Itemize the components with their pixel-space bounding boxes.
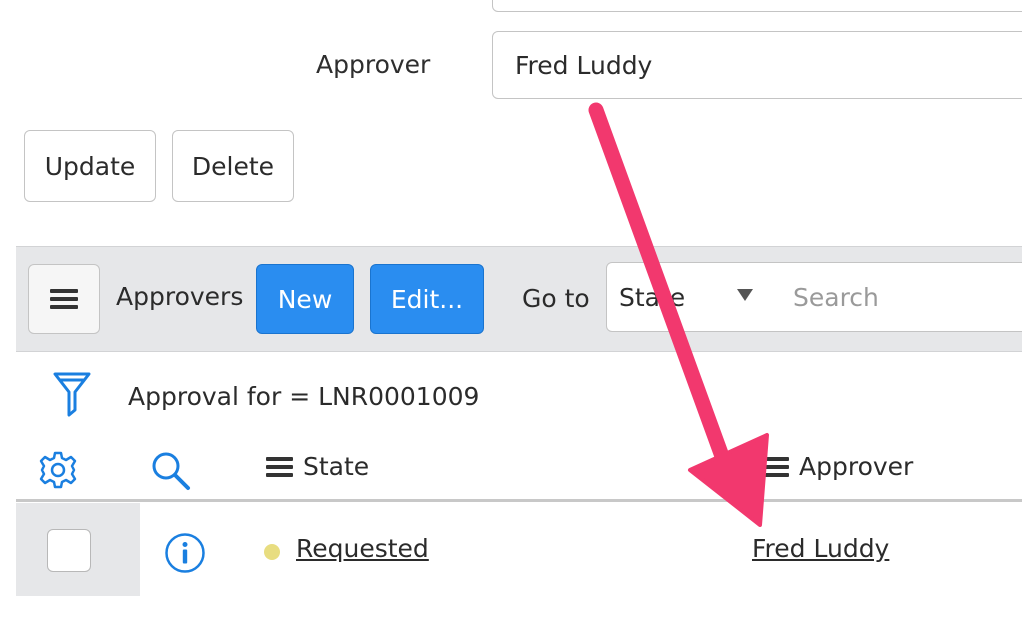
previous-field-input[interactable]	[492, 0, 1022, 12]
edit-button[interactable]: Edit...	[370, 264, 484, 334]
gear-icon[interactable]	[38, 450, 78, 490]
row-approver-link[interactable]: Fred Luddy	[752, 534, 889, 563]
filter-condition: Approval for = LNR0001009	[128, 382, 480, 411]
list-menu-button[interactable]	[28, 264, 100, 334]
caret-down-icon	[737, 289, 753, 301]
new-button[interactable]: New	[256, 264, 354, 334]
menu-icon	[50, 289, 78, 309]
approver-field-value: Fred Luddy	[515, 50, 653, 80]
delete-button[interactable]: Delete	[172, 130, 294, 202]
column-header-state[interactable]: State	[266, 452, 369, 481]
approver-field[interactable]: Fred Luddy	[492, 31, 1022, 99]
column-header-state-label: State	[303, 452, 370, 481]
approver-label: Approver	[316, 50, 431, 79]
filter-icon[interactable]	[52, 370, 92, 418]
list-title: Approvers	[116, 282, 244, 311]
goto-field-select[interactable]: State	[606, 262, 774, 332]
info-icon[interactable]	[164, 532, 206, 574]
goto-label: Go to	[522, 284, 590, 313]
search-icon[interactable]	[150, 450, 192, 492]
column-header-approver-label: Approver	[799, 452, 914, 481]
column-menu-icon	[762, 457, 789, 477]
state-indicator-dot	[264, 544, 280, 560]
list-search-input[interactable]	[773, 262, 1022, 332]
column-menu-icon	[266, 457, 293, 477]
row-state-link[interactable]: Requested	[296, 534, 429, 563]
header-divider	[16, 499, 1022, 502]
row-checkbox[interactable]	[47, 529, 91, 572]
goto-field-value: State	[619, 282, 686, 312]
column-header-approver[interactable]: Approver	[762, 452, 913, 481]
update-button[interactable]: Update	[24, 130, 156, 202]
